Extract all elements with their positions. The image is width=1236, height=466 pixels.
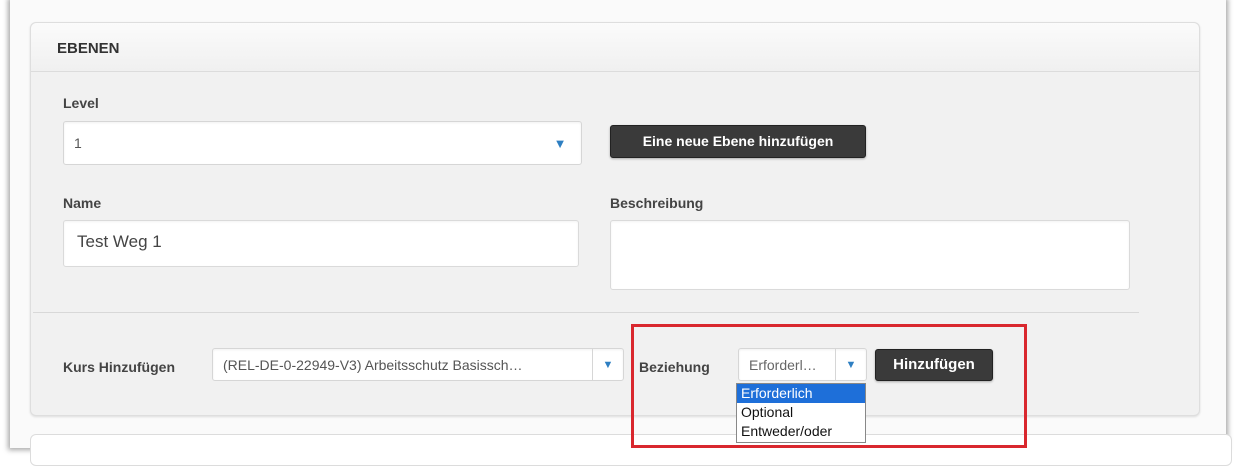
name-field[interactable]: Test Weg 1 (63, 220, 579, 267)
level-select-value: 1 (74, 135, 82, 151)
panel-header: EBENEN (31, 23, 1199, 72)
course-select[interactable]: (REL-DE-0-22949-V3) Arbeitsschutz Basiss… (212, 348, 624, 381)
course-label: Kurs Hinzufügen (63, 359, 175, 375)
add-level-button[interactable]: Eine neue Ebene hinzufügen (610, 125, 866, 158)
level-select[interactable]: 1 ▼ (63, 121, 582, 165)
name-label: Name (63, 195, 102, 211)
chevron-down-icon[interactable]: ▼ (539, 122, 581, 164)
name-field-value: Test Weg 1 (77, 232, 162, 251)
description-label: Beschreibung (610, 195, 704, 211)
highlight-annotation-box (631, 324, 1027, 448)
level-label: Level (63, 95, 99, 111)
course-select-value: (REL-DE-0-22949-V3) Arbeitsschutz Basiss… (223, 357, 523, 373)
section-divider (33, 312, 1139, 313)
panel-title: EBENEN (57, 40, 120, 57)
chevron-down-icon[interactable]: ▼ (592, 349, 623, 380)
description-field[interactable] (610, 220, 1130, 290)
